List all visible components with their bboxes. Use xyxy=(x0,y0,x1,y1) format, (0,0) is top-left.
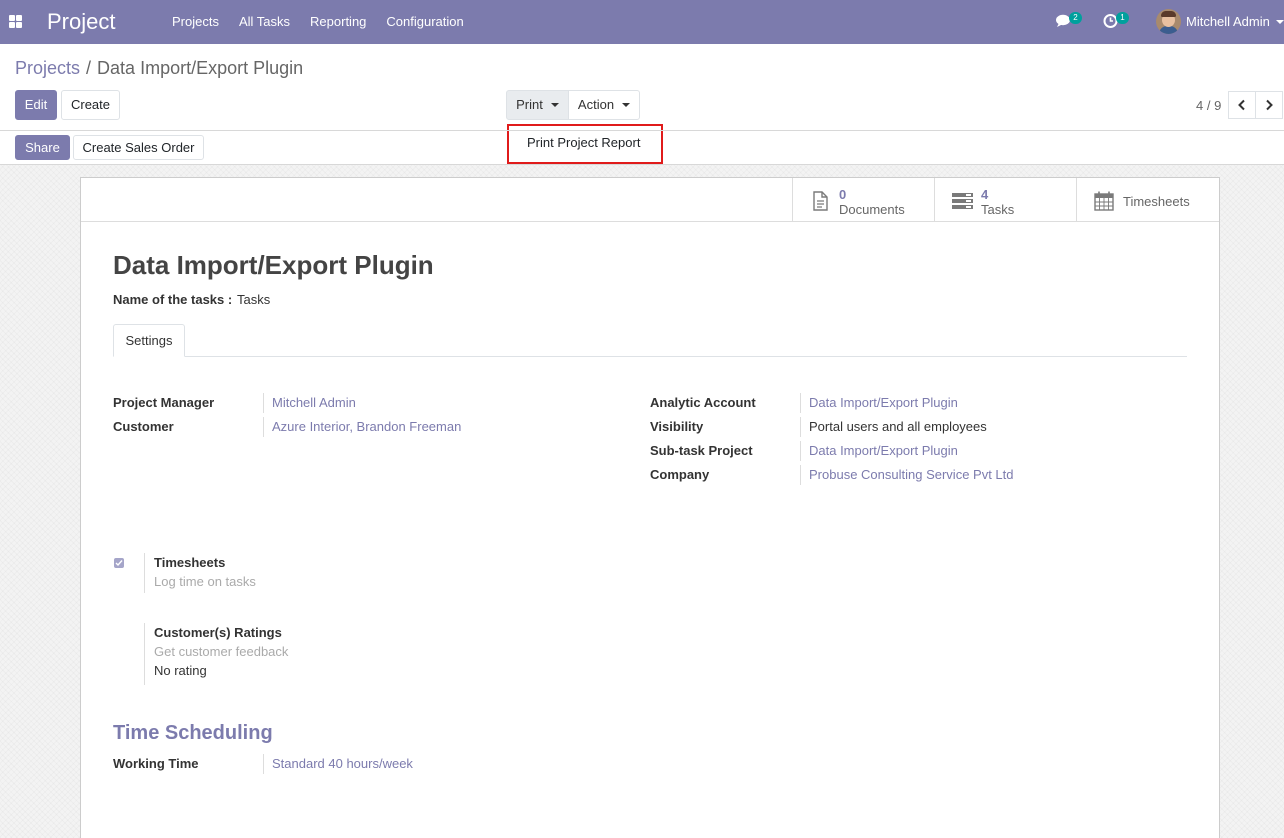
analytic-account-label: Analytic Account xyxy=(650,395,756,410)
menu-item-projects[interactable]: Projects xyxy=(162,0,229,44)
chevron-right-icon xyxy=(1266,99,1273,111)
subtask-project-value[interactable]: Data Import/Export Plugin xyxy=(809,443,958,458)
timesheets-smart-button[interactable]: Timesheets xyxy=(1076,178,1219,221)
print-label: Print xyxy=(516,97,543,112)
customer-label: Customer xyxy=(113,419,174,434)
menu-item-reporting[interactable]: Reporting xyxy=(300,0,376,44)
record-title[interactable]: Data Import/Export Plugin xyxy=(113,250,434,281)
analytic-account-value[interactable]: Data Import/Export Plugin xyxy=(809,395,958,410)
document-icon xyxy=(813,191,828,211)
user-menu-name[interactable]: Mitchell Admin xyxy=(1186,14,1270,29)
tasks-count: 4 xyxy=(981,187,989,202)
customer-value[interactable]: Azure Interior, Brandon Freeman xyxy=(272,419,461,434)
user-avatar[interactable] xyxy=(1156,9,1181,34)
print-caret-down-icon xyxy=(550,102,559,107)
tasks-smart-button[interactable]: 4 Tasks xyxy=(934,178,1076,221)
checkmark-icon xyxy=(115,560,123,567)
menu-item-configuration[interactable]: Configuration xyxy=(376,0,473,44)
tab-settings[interactable]: Settings xyxy=(113,324,185,357)
setting-divider xyxy=(144,623,145,685)
timesheets-label: Timesheets xyxy=(1123,194,1190,209)
time-scheduling-title: Time Scheduling xyxy=(113,722,273,744)
project-manager-value[interactable]: Mitchell Admin xyxy=(272,395,356,410)
working-time-value[interactable]: Standard 40 hours/week xyxy=(272,756,413,771)
working-time-label: Working Time xyxy=(113,756,199,771)
breadcrumb: Projects / Data Import/Export Plugin xyxy=(15,58,303,79)
tasks-name-value[interactable]: Tasks xyxy=(237,292,270,307)
calendar-icon xyxy=(1094,191,1114,211)
apps-menu-icon[interactable] xyxy=(9,15,22,28)
user-caret-down-icon[interactable] xyxy=(1276,20,1284,24)
field-separator xyxy=(263,754,264,774)
timesheets-setting-help: Log time on tasks xyxy=(154,574,256,589)
share-button[interactable]: Share xyxy=(15,135,70,160)
app-title[interactable]: Project xyxy=(47,9,115,35)
print-project-report-item[interactable]: Print Project Report xyxy=(527,135,640,150)
chevron-left-icon xyxy=(1238,99,1245,111)
ratings-setting-title: Customer(s) Ratings xyxy=(154,625,282,640)
create-button[interactable]: Create xyxy=(61,90,120,120)
tab-divider xyxy=(113,356,1187,357)
tasks-name-label: Name of the tasks : xyxy=(113,292,233,307)
project-manager-label: Project Manager xyxy=(113,395,215,410)
timesheets-checkbox[interactable] xyxy=(114,558,124,568)
pager-previous-button[interactable] xyxy=(1228,91,1256,119)
main-menu: Projects All Tasks Reporting Configurati… xyxy=(162,0,474,44)
print-dropdown-button[interactable]: Print xyxy=(506,90,569,120)
field-separator xyxy=(800,441,801,461)
breadcrumb-projects-link[interactable]: Projects xyxy=(15,58,80,78)
subtask-project-label: Sub-task Project xyxy=(650,443,753,458)
field-separator xyxy=(800,465,801,485)
ratings-value[interactable]: No rating xyxy=(154,663,207,678)
top-navbar: Project Projects All Tasks Reporting Con… xyxy=(0,0,1284,44)
pager-next-button[interactable] xyxy=(1255,91,1283,119)
tasks-label: Tasks xyxy=(981,202,1015,217)
activities-badge: 1 xyxy=(1116,12,1129,24)
breadcrumb-current: Data Import/Export Plugin xyxy=(97,58,304,78)
field-separator xyxy=(263,417,264,437)
pager-value[interactable]: 4 / 9 xyxy=(1196,98,1221,113)
edit-button[interactable]: Edit xyxy=(15,90,57,120)
visibility-label: Visibility xyxy=(650,419,704,434)
timesheets-setting-title: Timesheets xyxy=(154,555,226,570)
breadcrumb-separator: / xyxy=(86,58,92,78)
action-caret-down-icon xyxy=(622,102,631,107)
visibility-value[interactable]: Portal users and all employees xyxy=(809,419,987,434)
tasks-list-icon xyxy=(952,193,973,209)
documents-smart-button[interactable]: 0 Documents xyxy=(792,178,934,221)
field-separator xyxy=(800,393,801,413)
smart-button-box: 0 Documents 4 Tasks Timesheets xyxy=(81,178,1219,222)
setting-divider xyxy=(144,553,145,593)
field-separator xyxy=(263,393,264,413)
action-dropdown-button[interactable]: Action xyxy=(568,90,640,120)
company-label: Company xyxy=(650,467,710,482)
messages-badge: 2 xyxy=(1069,12,1082,24)
create-sales-order-button[interactable]: Create Sales Order xyxy=(73,135,204,160)
documents-count: 0 xyxy=(839,187,847,202)
ratings-setting-help: Get customer feedback xyxy=(154,644,289,659)
form-sheet: 0 Documents 4 Tasks Timesheets Data Impo… xyxy=(80,177,1220,838)
company-value[interactable]: Probuse Consulting Service Pvt Ltd xyxy=(809,467,1014,482)
documents-label: Documents xyxy=(839,202,905,217)
field-separator xyxy=(800,417,801,437)
control-panel-divider xyxy=(0,130,1284,131)
action-label: Action xyxy=(577,97,615,112)
menu-item-all-tasks[interactable]: All Tasks xyxy=(229,0,300,44)
